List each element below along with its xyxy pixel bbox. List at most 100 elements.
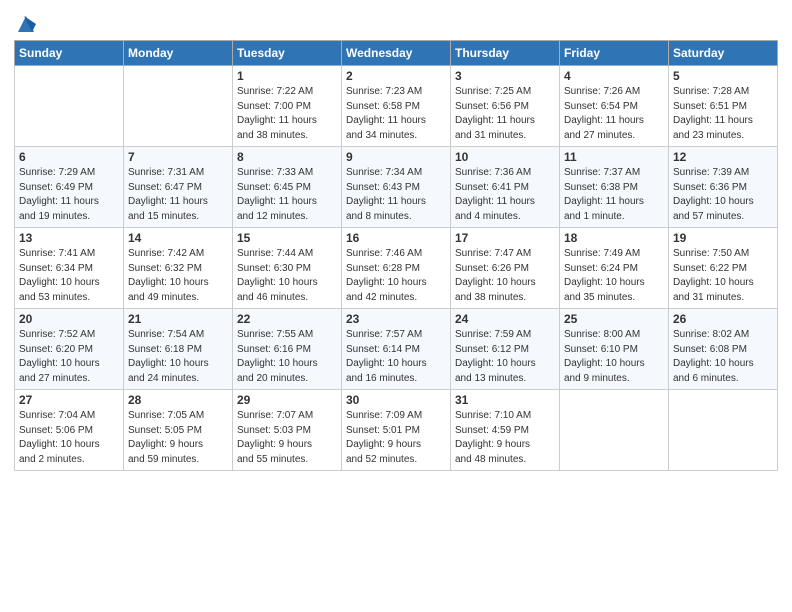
day-number: 26	[673, 312, 773, 326]
day-info: Sunrise: 8:02 AMSunset: 6:08 PMDaylight:…	[673, 328, 773, 386]
week-row-5: 27 Sunrise: 7:04 AMSunset: 5:06 PMDayligh…	[15, 390, 778, 471]
calendar-cell: 14 Sunrise: 7:42 AMSunset: 6:32 PMDayligh…	[124, 228, 233, 309]
day-number: 13	[19, 231, 119, 245]
day-number: 4	[564, 69, 664, 83]
day-number: 8	[237, 150, 337, 164]
calendar-cell: 22 Sunrise: 7:55 AMSunset: 6:16 PMDayligh…	[233, 309, 342, 390]
calendar-cell: 12 Sunrise: 7:39 AMSunset: 6:36 PMDayligh…	[669, 147, 778, 228]
day-info: Sunrise: 7:57 AMSunset: 6:14 PMDaylight:…	[346, 328, 446, 386]
calendar-cell: 16 Sunrise: 7:46 AMSunset: 6:28 PMDayligh…	[342, 228, 451, 309]
day-info: Sunrise: 7:39 AMSunset: 6:36 PMDaylight:…	[673, 166, 773, 224]
calendar-cell: 31 Sunrise: 7:10 AMSunset: 4:59 PMDayligh…	[451, 390, 560, 471]
calendar-cell: 18 Sunrise: 7:49 AMSunset: 6:24 PMDayligh…	[560, 228, 669, 309]
calendar-cell: 5Sunrise: 7:28 AMSunset: 6:51 PMDaylight…	[669, 66, 778, 147]
calendar-table: SundayMondayTuesdayWednesdayThursdayFrid…	[14, 40, 778, 471]
day-number: 15	[237, 231, 337, 245]
calendar-cell: 6 Sunrise: 7:29 AMSunset: 6:49 PMDaylight…	[15, 147, 124, 228]
day-number: 28	[128, 393, 228, 407]
day-info: Sunrise: 7:25 AMSunset: 6:56 PMDaylight:…	[455, 85, 555, 143]
day-number: 7	[128, 150, 228, 164]
day-info: Sunrise: 7:09 AMSunset: 5:01 PMDaylight:…	[346, 409, 446, 467]
calendar-cell: 15 Sunrise: 7:44 AMSunset: 6:30 PMDayligh…	[233, 228, 342, 309]
day-info: Sunrise: 7:05 AMSunset: 5:05 PMDaylight:…	[128, 409, 228, 467]
day-info: Sunrise: 7:10 AMSunset: 4:59 PMDaylight:…	[455, 409, 555, 467]
day-info: Sunrise: 7:07 AMSunset: 5:03 PMDaylight:…	[237, 409, 337, 467]
day-info: Sunrise: 7:29 AMSunset: 6:49 PMDaylight:…	[19, 166, 119, 224]
calendar-cell: 8 Sunrise: 7:33 AMSunset: 6:45 PMDaylight…	[233, 147, 342, 228]
day-number: 10	[455, 150, 555, 164]
day-info: Sunrise: 7:36 AMSunset: 6:41 PMDaylight:…	[455, 166, 555, 224]
day-number: 16	[346, 231, 446, 245]
calendar-cell: 19 Sunrise: 7:50 AMSunset: 6:22 PMDayligh…	[669, 228, 778, 309]
day-info: Sunrise: 7:23 AMSunset: 6:58 PMDaylight:…	[346, 85, 446, 143]
day-number: 30	[346, 393, 446, 407]
calendar-cell: 11 Sunrise: 7:37 AMSunset: 6:38 PMDayligh…	[560, 147, 669, 228]
day-info: Sunrise: 7:49 AMSunset: 6:24 PMDaylight:…	[564, 247, 664, 305]
calendar-cell: 2 Sunrise: 7:23 AMSunset: 6:58 PMDaylight…	[342, 66, 451, 147]
col-header-thursday: Thursday	[451, 41, 560, 66]
calendar-cell: 1 Sunrise: 7:22 AMSunset: 7:00 PMDaylight…	[233, 66, 342, 147]
day-info: Sunrise: 7:37 AMSunset: 6:38 PMDaylight:…	[564, 166, 664, 224]
day-number: 3	[455, 69, 555, 83]
calendar-cell: 9Sunrise: 7:34 AMSunset: 6:43 PMDaylight…	[342, 147, 451, 228]
week-row-4: 20Sunrise: 7:52 AMSunset: 6:20 PMDayligh…	[15, 309, 778, 390]
day-info: Sunrise: 7:26 AMSunset: 6:54 PMDaylight:…	[564, 85, 664, 143]
calendar-cell: 27 Sunrise: 7:04 AMSunset: 5:06 PMDayligh…	[15, 390, 124, 471]
calendar-cell: 25Sunrise: 8:00 AMSunset: 6:10 PMDayligh…	[560, 309, 669, 390]
day-info: Sunrise: 7:52 AMSunset: 6:20 PMDaylight:…	[19, 328, 119, 386]
day-number: 29	[237, 393, 337, 407]
day-info: Sunrise: 7:44 AMSunset: 6:30 PMDaylight:…	[237, 247, 337, 305]
day-info: Sunrise: 7:22 AMSunset: 7:00 PMDaylight:…	[237, 85, 337, 143]
week-row-1: 1 Sunrise: 7:22 AMSunset: 7:00 PMDaylight…	[15, 66, 778, 147]
day-info: Sunrise: 7:04 AMSunset: 5:06 PMDaylight:…	[19, 409, 119, 467]
day-info: Sunrise: 7:50 AMSunset: 6:22 PMDaylight:…	[673, 247, 773, 305]
calendar-cell	[15, 66, 124, 147]
calendar-cell: 3 Sunrise: 7:25 AMSunset: 6:56 PMDaylight…	[451, 66, 560, 147]
calendar-cell: 29 Sunrise: 7:07 AMSunset: 5:03 PMDayligh…	[233, 390, 342, 471]
col-header-saturday: Saturday	[669, 41, 778, 66]
header	[14, 10, 778, 32]
calendar-cell: 4 Sunrise: 7:26 AMSunset: 6:54 PMDaylight…	[560, 66, 669, 147]
day-info: Sunrise: 7:33 AMSunset: 6:45 PMDaylight:…	[237, 166, 337, 224]
day-number: 31	[455, 393, 555, 407]
page-container: SundayMondayTuesdayWednesdayThursdayFrid…	[0, 0, 792, 481]
day-number: 19	[673, 231, 773, 245]
day-info: Sunrise: 7:42 AMSunset: 6:32 PMDaylight:…	[128, 247, 228, 305]
col-header-wednesday: Wednesday	[342, 41, 451, 66]
calendar-cell: 28 Sunrise: 7:05 AMSunset: 5:05 PMDayligh…	[124, 390, 233, 471]
day-number: 11	[564, 150, 664, 164]
day-number: 18	[564, 231, 664, 245]
calendar-cell: 24 Sunrise: 7:59 AMSunset: 6:12 PMDayligh…	[451, 309, 560, 390]
col-header-friday: Friday	[560, 41, 669, 66]
day-number: 23	[346, 312, 446, 326]
day-info: Sunrise: 7:54 AMSunset: 6:18 PMDaylight:…	[128, 328, 228, 386]
day-number: 12	[673, 150, 773, 164]
day-number: 25	[564, 312, 664, 326]
calendar-cell: 26 Sunrise: 8:02 AMSunset: 6:08 PMDayligh…	[669, 309, 778, 390]
calendar-cell	[560, 390, 669, 471]
week-row-3: 13 Sunrise: 7:41 AMSunset: 6:34 PMDayligh…	[15, 228, 778, 309]
day-info: Sunrise: 7:59 AMSunset: 6:12 PMDaylight:…	[455, 328, 555, 386]
day-number: 2	[346, 69, 446, 83]
day-number: 22	[237, 312, 337, 326]
day-info: Sunrise: 7:46 AMSunset: 6:28 PMDaylight:…	[346, 247, 446, 305]
day-number: 21	[128, 312, 228, 326]
day-info: Sunrise: 7:47 AMSunset: 6:26 PMDaylight:…	[455, 247, 555, 305]
calendar-cell: 7Sunrise: 7:31 AMSunset: 6:47 PMDaylight…	[124, 147, 233, 228]
header-row: SundayMondayTuesdayWednesdayThursdayFrid…	[15, 41, 778, 66]
calendar-cell: 20Sunrise: 7:52 AMSunset: 6:20 PMDayligh…	[15, 309, 124, 390]
calendar-cell: 13 Sunrise: 7:41 AMSunset: 6:34 PMDayligh…	[15, 228, 124, 309]
calendar-cell	[124, 66, 233, 147]
calendar-cell: 23 Sunrise: 7:57 AMSunset: 6:14 PMDayligh…	[342, 309, 451, 390]
day-number: 14	[128, 231, 228, 245]
day-number: 1	[237, 69, 337, 83]
day-number: 24	[455, 312, 555, 326]
day-info: Sunrise: 7:55 AMSunset: 6:16 PMDaylight:…	[237, 328, 337, 386]
day-number: 6	[19, 150, 119, 164]
day-number: 17	[455, 231, 555, 245]
col-header-tuesday: Tuesday	[233, 41, 342, 66]
day-number: 27	[19, 393, 119, 407]
day-info: Sunrise: 7:41 AMSunset: 6:34 PMDaylight:…	[19, 247, 119, 305]
week-row-2: 6 Sunrise: 7:29 AMSunset: 6:49 PMDaylight…	[15, 147, 778, 228]
col-header-sunday: Sunday	[15, 41, 124, 66]
